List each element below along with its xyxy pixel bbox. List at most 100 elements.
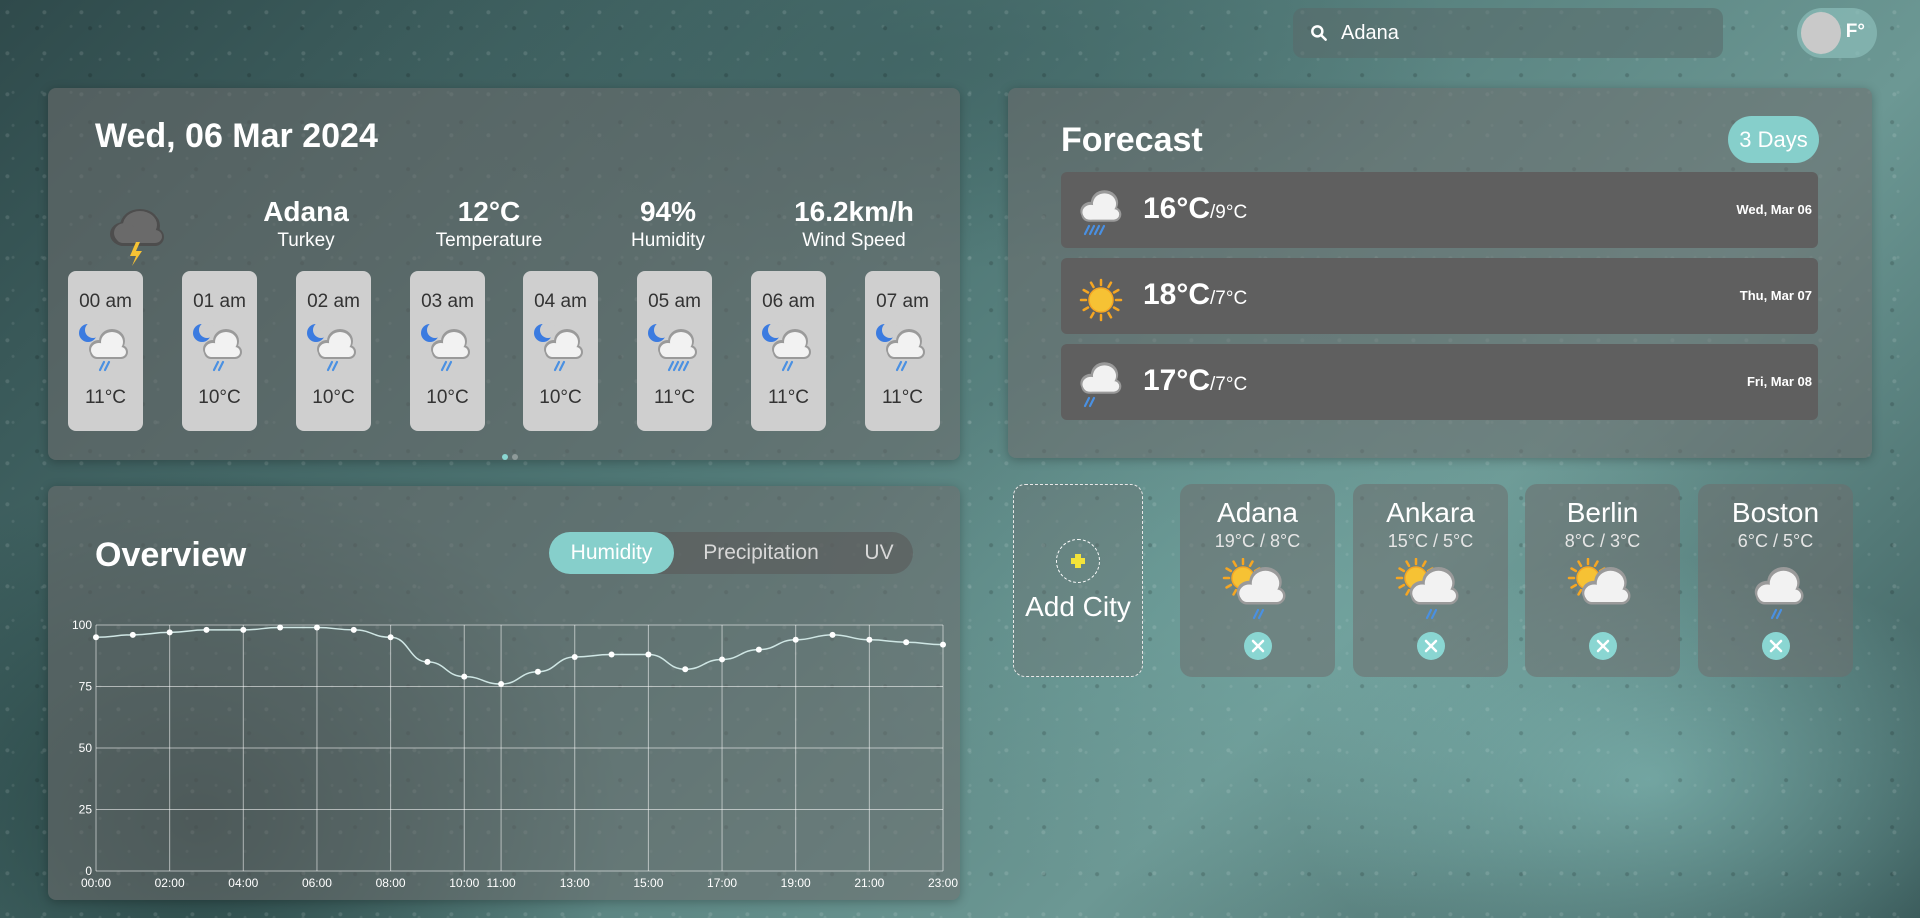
forecast-high: 16°C/9°C [1143,192,1247,226]
carousel-dot[interactable] [512,454,518,460]
city-card[interactable]: Adana 19°C / 8°C [1180,484,1335,677]
city-card[interactable]: Berlin 8°C / 3°C [1525,484,1680,677]
stat-wind: 16.2km/h Wind Speed [764,196,944,252]
forecast-low-temp: /9°C [1210,202,1248,223]
forecast-high: 17°C/7°C [1143,364,1247,398]
carousel-dot[interactable] [502,454,508,460]
hour-time: 04 am [534,291,587,312]
data-point[interactable] [903,639,910,646]
carousel-dots[interactable] [502,447,522,465]
data-point[interactable] [608,651,615,658]
tab-precipitation[interactable]: Precipitation [679,532,843,574]
city-card[interactable]: Boston 6°C / 5°C [1698,484,1853,677]
data-point[interactable] [682,666,689,673]
data-point[interactable] [240,626,247,633]
data-point[interactable] [829,631,836,638]
data-point[interactable] [792,636,799,643]
data-point[interactable] [571,653,578,660]
data-point[interactable] [424,658,431,665]
data-point[interactable] [129,631,136,638]
moon-cloud-rain-icon [751,317,826,387]
close-icon[interactable] [1761,632,1790,660]
city-card-name: Adana [1217,497,1298,528]
data-point[interactable] [645,651,652,658]
forecast-high-temp: 18°C [1143,278,1211,311]
forecast-title: Forecast [1061,121,1203,159]
humidity-line [95,626,944,685]
x-tick-label: 10:00 [449,876,479,890]
close-icon[interactable] [1416,632,1445,660]
stat-temperature: 12°C Temperature [399,196,579,252]
stat-location: Adana Turkey [216,196,396,252]
data-point[interactable] [940,641,946,648]
unit-label: F° [1845,21,1865,42]
moon-cloud-rain-icon [865,317,940,387]
hour-card[interactable]: 03 am 10°C [410,271,485,431]
city-card-name: Ankara [1386,497,1475,528]
forecast-row[interactable]: 17°C/7°C Fri, Mar 08 [1061,344,1818,420]
y-tick-label: 100 [72,618,92,632]
x-tick-label: 00:00 [81,876,111,890]
data-point[interactable] [166,629,173,636]
hour-card[interactable]: 06 am 11°C [751,271,826,431]
forecast-row[interactable]: 18°C/7°C Thu, Mar 07 [1061,258,1818,334]
city-card-name: Boston [1731,497,1820,528]
moon-cloud-rain-icon [410,317,485,387]
hour-card[interactable]: 00 am 11°C [68,271,143,431]
sun-icon [1073,268,1133,328]
moon-cloud-rain-icon [68,317,143,387]
city-card-range: 8°C / 3°C [1564,531,1641,551]
unit-toggle[interactable]: F° [1797,8,1877,58]
forecast-low-temp: /7°C [1210,288,1248,309]
hour-time: 06 am [762,291,815,312]
forecast-row[interactable]: 16°C/9°C Wed, Mar 06 [1061,172,1818,248]
toggle-knob[interactable] [1801,12,1841,54]
tab-uv[interactable]: UV [849,532,909,574]
data-point[interactable] [866,636,873,643]
x-tick-label: 23:00 [928,876,958,890]
search-input[interactable] [1341,21,1701,45]
hour-card[interactable]: 07 am 11°C [865,271,940,431]
data-point[interactable] [93,634,99,641]
city-name: Adana [263,196,349,227]
temperature-value: 12°C [457,196,521,227]
hour-temp: 11°C [84,387,127,408]
hour-time: 01 am [193,291,246,312]
data-point[interactable] [313,624,320,631]
hour-card[interactable]: 04 am 10°C [523,271,598,431]
close-icon[interactable] [1243,632,1272,660]
data-point[interactable] [461,673,468,680]
city-card-range: 19°C / 8°C [1214,531,1301,551]
hour-time: 00 am [79,291,132,312]
moon-cloud-rain-icon [637,317,712,387]
hour-time: 03 am [421,291,474,312]
data-point[interactable] [719,656,726,663]
city-card[interactable]: Ankara 15°C / 5°C [1353,484,1508,677]
cloud-heavy-rain-icon [1073,182,1133,242]
data-point[interactable] [350,626,357,633]
tab-humidity[interactable]: Humidity [549,532,674,574]
data-point[interactable] [277,624,284,631]
humidity-label: Humidity [631,230,705,251]
forecast-range-button[interactable]: 3 Days [1728,116,1819,163]
hour-card[interactable]: 01 am 10°C [182,271,257,431]
data-point[interactable] [203,626,210,633]
hour-card[interactable]: 05 am 11°C [637,271,712,431]
moon-cloud-rain-icon [296,317,371,387]
hour-temp: 10°C [198,387,241,408]
plus-icon [1056,539,1100,583]
hour-temp: 10°C [426,387,469,408]
data-point[interactable] [387,634,394,641]
data-point[interactable] [755,646,762,653]
forecast-high-temp: 16°C [1143,192,1211,225]
cloud-rain-icon [1073,354,1133,414]
current-date: Wed, 06 Mar 2024 [95,117,378,155]
add-city-button[interactable]: Add City [1013,484,1143,677]
x-tick-label: 06:00 [302,876,332,890]
data-point[interactable] [498,681,505,688]
data-point[interactable] [534,668,541,675]
close-icon[interactable] [1588,632,1617,660]
search-bar[interactable] [1293,8,1723,58]
x-tick-label: 15:00 [633,876,663,890]
hour-card[interactable]: 02 am 10°C [296,271,371,431]
